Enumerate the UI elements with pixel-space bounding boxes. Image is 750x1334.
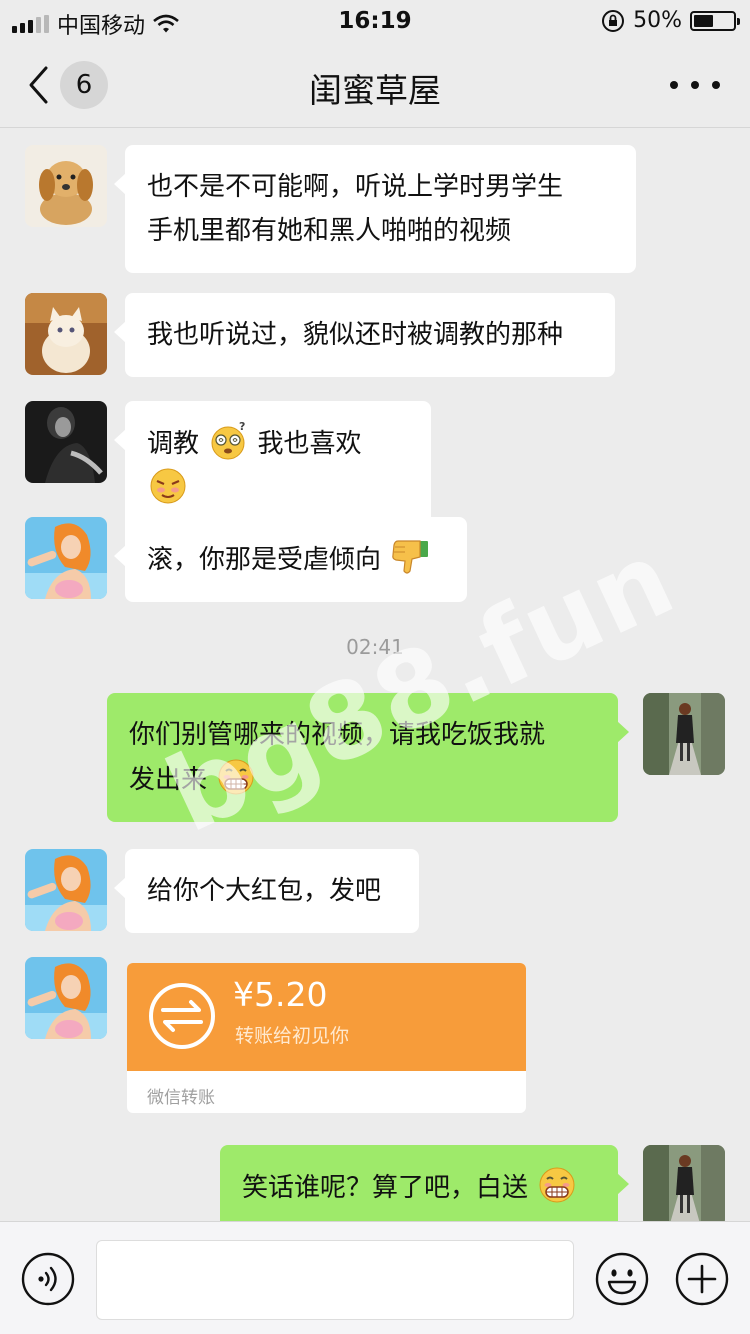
- more-actions-button[interactable]: [675, 1252, 729, 1306]
- message-bubble[interactable]: 笑话谁呢？算了吧，白送: [220, 1145, 629, 1221]
- message-bubble[interactable]: 也不是不可能啊，听说上学时男学生 手机里都有她和黑人啪啪的视频: [114, 145, 636, 273]
- anime-girl-avatar[interactable]: [25, 957, 107, 1039]
- message-text: 给你个大红包，发吧: [147, 876, 382, 906]
- message-bubble[interactable]: 我也听说过，貌似还时被调教的那种: [114, 293, 615, 377]
- battery-icon: [690, 10, 740, 31]
- voice-input-button[interactable]: [21, 1252, 75, 1306]
- message-text: 滚，你那是受虐倾向: [147, 545, 382, 575]
- dot-icon: [691, 81, 699, 89]
- nav-bar: 6 闺蜜草屋: [0, 42, 750, 128]
- anime-girl-avatar[interactable]: [25, 849, 107, 931]
- message-text: 我也听说过，貌似还时被调教的那种: [147, 320, 564, 350]
- message-bubble[interactable]: 给你个大红包，发吧: [114, 849, 419, 933]
- message-text: 也不是不可能啊，听说上学时男学生: [147, 172, 564, 202]
- chat-area[interactable]: 也不是不可能啊，听说上学时男学生 手机里都有她和黑人啪啪的视频 我也听说过，貌似…: [0, 129, 750, 1221]
- message-bubble[interactable]: 你们别管哪来的视频，请我吃饭我就 发出来: [107, 693, 629, 822]
- transfer-arrows-icon: [149, 983, 215, 1049]
- rotation-lock-icon: [602, 9, 625, 32]
- message-input[interactable]: [96, 1240, 574, 1320]
- message-text: 发出来: [129, 765, 208, 795]
- thumbs-down-emoji: [392, 540, 429, 574]
- smirk-face-emoji: [150, 468, 186, 504]
- transfer-amount: ¥5.20: [233, 975, 328, 1014]
- anime-girl-avatar[interactable]: [25, 517, 107, 599]
- message-bubble[interactable]: 滚，你那是受虐倾向: [114, 517, 467, 602]
- grin-emoji: [218, 759, 254, 795]
- street-photo-avatar[interactable]: [643, 693, 725, 775]
- timestamp: 02:41: [346, 635, 404, 659]
- dizzy-face-emoji: ?: [211, 421, 246, 460]
- status-right: 50%: [601, 8, 740, 33]
- puppy-avatar[interactable]: [25, 145, 107, 227]
- grin-emoji: [539, 1167, 575, 1203]
- dot-icon: [670, 81, 678, 89]
- message-bubble[interactable]: 调教 ? 我也喜欢: [114, 401, 431, 531]
- input-bar: [0, 1221, 750, 1334]
- message-text: 调教: [147, 429, 200, 459]
- dot-icon: [712, 81, 720, 89]
- more-options-button[interactable]: [670, 72, 720, 98]
- battery-percent: 50%: [633, 8, 682, 33]
- message-text: 笑话谁呢？算了吧，白送: [242, 1173, 529, 1203]
- message-text: 手机里都有她和黑人啪啪的视频: [147, 216, 512, 246]
- svg-text:?: ?: [239, 421, 245, 433]
- transfer-header: ¥5.20 转账给初见你: [127, 963, 526, 1071]
- emoji-picker-button[interactable]: [595, 1252, 649, 1306]
- transfer-footer: 微信转账: [147, 1088, 215, 1108]
- message-text: 我也喜欢: [257, 429, 362, 459]
- bw-portrait-avatar[interactable]: [25, 401, 107, 483]
- transfer-note: 转账给初见你: [235, 1025, 350, 1047]
- message-text: 你们别管哪来的视频，请我吃饭我就: [129, 720, 546, 750]
- chat-title: 闺蜜草屋: [309, 71, 441, 110]
- transfer-card[interactable]: ¥5.20 转账给初见你 微信转账: [127, 963, 526, 1113]
- status-bar: 中国移动 16:19 50%: [0, 0, 750, 42]
- street-photo-avatar[interactable]: [643, 1145, 725, 1221]
- kitten-avatar[interactable]: [25, 293, 107, 375]
